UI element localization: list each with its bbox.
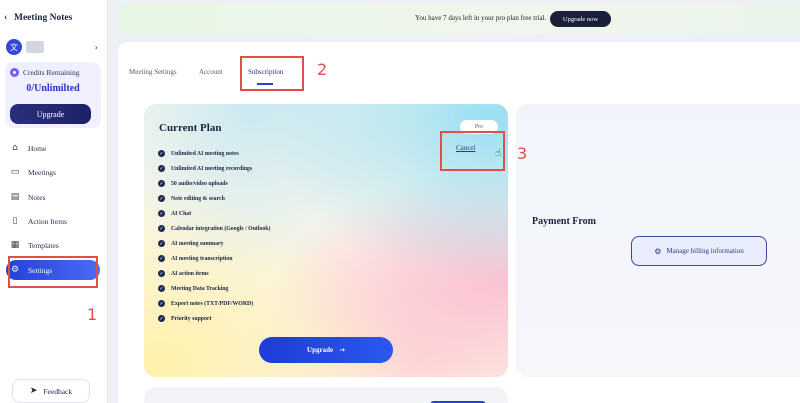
list-item: ✓ Unlimited AI meeting recordings xyxy=(158,165,253,172)
check-icon: ✓ xyxy=(158,165,165,172)
check-icon: ✓ xyxy=(158,150,165,157)
list-item: ✓ Calendar integration (Google / Outlook) xyxy=(158,225,271,232)
sidebar-item-templates[interactable]: ▦ Templates xyxy=(8,235,98,255)
check-icon: ✓ xyxy=(158,255,165,262)
list-item: ✓ Export notes (TXT/PDF/WORD) xyxy=(158,300,254,307)
annotation-number-2: 2 xyxy=(317,60,328,79)
app-title: Meeting Notes xyxy=(14,12,73,23)
sidebar-item-notes[interactable]: ▤ Notes xyxy=(8,187,98,207)
sidebar-header: ‹ Meeting Notes xyxy=(4,12,72,23)
annotation-box-settings xyxy=(8,256,98,288)
manage-billing-button[interactable]: ⚙ Manage billing information xyxy=(631,236,767,266)
payment-card: Payment From ⚙ Manage billing informatio… xyxy=(516,104,800,377)
list-item: ✓ Note editing & search xyxy=(158,195,225,202)
redacted-username xyxy=(26,41,44,53)
sidebar-upgrade-button[interactable]: Upgrade xyxy=(10,104,91,124)
annotation-box-subscription xyxy=(240,56,304,91)
credits-icon xyxy=(10,68,19,77)
check-icon: ✓ xyxy=(158,315,165,322)
back-arrow-icon[interactable]: ‹ xyxy=(4,12,14,23)
arrow-right-icon: → xyxy=(339,346,345,354)
avatar[interactable]: 文 xyxy=(6,39,22,55)
check-icon: ✓ xyxy=(158,225,165,232)
check-icon: ✓ xyxy=(158,285,165,292)
sidebar-item-label: Home xyxy=(28,143,47,153)
clipboard-icon: ▯ xyxy=(12,216,18,226)
list-item: ✓ AI action items xyxy=(158,270,209,277)
list-item: ✓ Unlimited AI meeting notes xyxy=(158,150,239,157)
send-icon: ➤ xyxy=(29,386,38,396)
annotation-box-cancel xyxy=(440,131,505,171)
sidebar-item-label: Action Items xyxy=(28,216,67,226)
list-item: ✓ Priority support xyxy=(158,315,212,322)
tab-meeting-settings[interactable]: Meeting Settings xyxy=(129,68,177,76)
trial-banner-text: You have 7 days left in your pro plan fr… xyxy=(415,14,547,22)
sidebar-item-meetings[interactable]: ▭ Meetings xyxy=(8,162,98,182)
plan-title: Current Plan xyxy=(159,122,222,134)
annotation-number-3: 3 xyxy=(517,144,528,163)
check-icon: ✓ xyxy=(158,270,165,277)
trial-banner: You have 7 days left in your pro plan fr… xyxy=(118,4,800,34)
list-item: ✓ Meeting Data Tracking xyxy=(158,285,229,292)
feedback-button[interactable]: ➤ Feedback xyxy=(12,379,90,403)
sidebar-item-label: Notes xyxy=(28,192,46,202)
list-item: ✓ AI meeting summary xyxy=(158,240,224,247)
user-switcher[interactable]: 文 › xyxy=(6,38,98,56)
check-icon: ✓ xyxy=(158,210,165,217)
upgrade-now-button[interactable]: Upgrade now xyxy=(550,11,611,27)
tab-account[interactable]: Account xyxy=(199,68,223,76)
check-icon: ✓ xyxy=(158,195,165,202)
meetings-icon: ▭ xyxy=(10,167,20,177)
sidebar: ‹ Meeting Notes 文 › Credits Remaining 0/… xyxy=(0,0,108,403)
feedback-label: Feedback xyxy=(43,386,73,396)
list-item: ✓ 50 audio/video uploads xyxy=(158,180,228,187)
check-icon: ✓ xyxy=(158,300,165,307)
chevron-right-icon[interactable]: › xyxy=(95,43,98,52)
settings-panel: Meeting Settings Account Subscription Cu… xyxy=(118,42,800,403)
gear-icon: ⚙ xyxy=(654,246,662,256)
sidebar-item-action-items[interactable]: ▯ Action Items xyxy=(8,211,98,231)
plan-upgrade-label: Upgrade xyxy=(307,346,334,354)
credits-header: Credits Remaining xyxy=(10,68,79,77)
templates-icon: ▦ xyxy=(10,240,20,250)
credits-value: 0/Unlimilted xyxy=(26,83,80,94)
manage-billing-label: Manage billing information xyxy=(666,247,744,255)
home-icon: ⌂ xyxy=(12,143,18,153)
payment-title: Payment From xyxy=(532,216,596,227)
notes-icon: ▤ xyxy=(10,192,20,202)
check-icon: ✓ xyxy=(158,240,165,247)
list-item: ✓ AI Chat xyxy=(158,210,192,217)
plan-upgrade-button[interactable]: Upgrade → xyxy=(259,337,393,363)
annotation-number-1: 1 xyxy=(87,305,98,324)
sidebar-item-label: Templates xyxy=(28,240,59,250)
sidebar-item-home[interactable]: ⌂ Home xyxy=(8,138,98,158)
sidebar-item-label: Meetings xyxy=(28,167,56,177)
credits-label: Credits Remaining xyxy=(23,68,80,77)
list-item: ✓ AI meeting transcription xyxy=(158,255,233,262)
check-icon: ✓ xyxy=(158,180,165,187)
